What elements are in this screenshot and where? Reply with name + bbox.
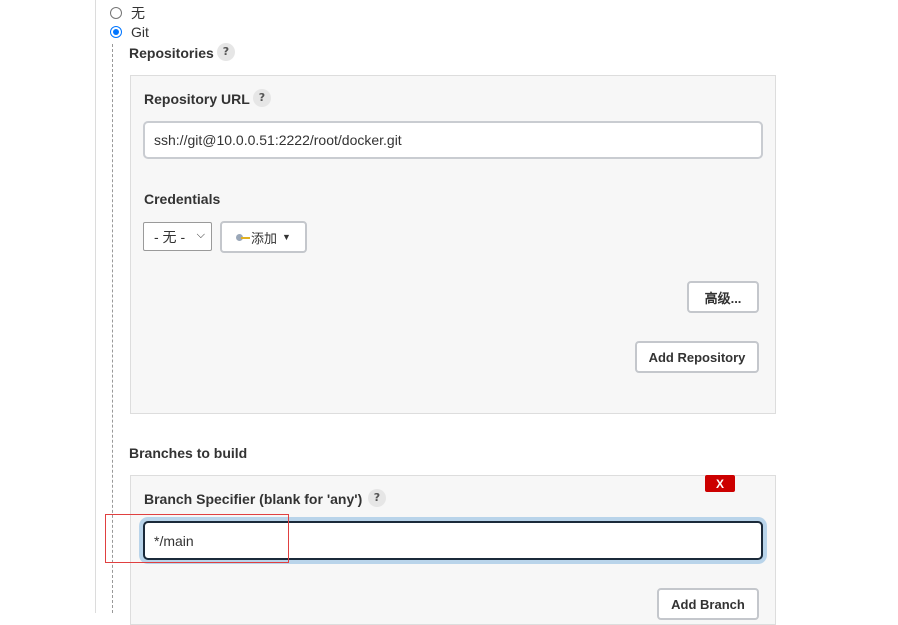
radio-git[interactable] (110, 26, 122, 38)
scm-option-none-label: 无 (131, 5, 145, 21)
credentials-selected-value: - 无 - (154, 228, 186, 245)
caret-down-icon: ▼ (282, 232, 291, 242)
credentials-label: Credentials (144, 191, 221, 207)
scm-option-git-label: Git (131, 24, 149, 40)
key-icon (236, 232, 251, 242)
advanced-button[interactable]: 高级... (687, 281, 759, 313)
scm-option-git[interactable]: Git (110, 24, 149, 40)
branches-to-build-label: Branches to build (129, 445, 248, 461)
credentials-select[interactable]: - 无 - ⌵ (143, 222, 212, 251)
repository-url-value: ssh://git@10.0.0.51:2222/root/docker.git (154, 132, 402, 148)
repositories-help-icon[interactable]: ? (217, 43, 235, 61)
add-repository-button[interactable]: Add Repository (635, 341, 759, 373)
page-left-border (95, 0, 96, 613)
add-credentials-label: 添加 (251, 230, 278, 246)
radio-none[interactable] (110, 7, 122, 19)
add-branch-button[interactable]: Add Branch (657, 588, 759, 620)
chevron-down-icon: ⌵ (196, 229, 205, 241)
branch-specifier-value: */main (154, 532, 194, 549)
branch-specifier-label: Branch Specifier (blank for 'any') (144, 491, 363, 507)
branch-specifier-help-icon[interactable]: ? (368, 489, 386, 507)
scm-option-none[interactable]: 无 (110, 3, 145, 23)
repositories-label: Repositories (129, 45, 214, 61)
branch-specifier-input[interactable]: */main (143, 521, 763, 560)
delete-branch-button[interactable]: X (705, 475, 735, 492)
section-guide-line (112, 44, 113, 613)
repository-url-label: Repository URL (144, 91, 250, 107)
repository-url-help-icon[interactable]: ? (253, 89, 271, 107)
repository-url-input[interactable]: ssh://git@10.0.0.51:2222/root/docker.git (143, 121, 763, 159)
add-credentials-button[interactable]: 添加 ▼ (220, 221, 307, 253)
